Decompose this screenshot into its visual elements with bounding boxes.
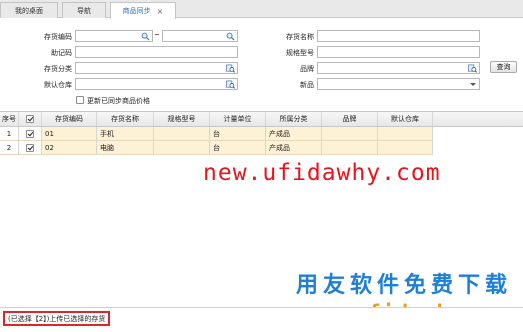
row-warehouse — [378, 127, 433, 141]
row-name: 手机 — [97, 127, 154, 141]
row-warehouse — [378, 141, 433, 155]
row-spec — [154, 141, 210, 155]
row-checkbox[interactable] — [26, 143, 34, 152]
upload-selected-link[interactable]: (已选择【2】)上传已选择的存货 — [3, 311, 111, 326]
tab-label: 导航 — [77, 6, 91, 15]
warehouse-label: 默认仓库 — [44, 81, 72, 89]
tab-navigation[interactable]: 导航 — [62, 2, 106, 18]
header-index: 序号 — [0, 112, 19, 126]
category-input[interactable] — [75, 62, 238, 74]
name-input[interactable] — [317, 30, 480, 42]
tab-bar: 我的桌面 导航 商品同步 × — [0, 0, 523, 19]
category-label: 存货分类 — [44, 65, 72, 73]
header-name[interactable]: 存货名称 — [97, 112, 154, 126]
watermark-slogan: 用友软件免费下载 — [296, 273, 513, 298]
header-brand[interactable]: 品牌 — [322, 112, 378, 126]
update-price-checkbox[interactable] — [76, 96, 84, 104]
row-name: 电脑 — [97, 141, 154, 155]
reference-picker-icon[interactable] — [226, 64, 235, 73]
header-code[interactable]: 存货编码 — [42, 112, 97, 126]
tab-label: 我的桌面 — [15, 6, 43, 15]
name-label: 存货名称 — [286, 33, 314, 41]
spec-label: 规格型号 — [286, 49, 314, 57]
table-row[interactable]: 2 02 电脑 台 产成品 — [0, 141, 433, 155]
newitem-label: 新品 — [300, 81, 314, 89]
tab-label: 商品同步 — [122, 7, 151, 15]
table-header: 序号 存货编码 存货名称 规格型号 计量单位 所属分类 品牌 默认仓库 — [0, 111, 523, 127]
row-brand — [322, 141, 378, 155]
row-category: 产成品 — [266, 141, 322, 155]
row-code: 02 — [42, 141, 97, 155]
reference-picker-icon[interactable] — [226, 80, 235, 89]
row-select-cell[interactable] — [19, 127, 42, 141]
row-category: 产成品 — [266, 127, 322, 141]
reference-picker-icon[interactable] — [468, 64, 477, 73]
watermark-url: new.ufidawhy.com — [203, 160, 441, 186]
search-icon[interactable] — [226, 32, 235, 41]
row-code: 01 — [42, 127, 97, 141]
search-icon[interactable] — [141, 32, 150, 41]
tab-my-desktop[interactable]: 我的桌面 — [0, 2, 58, 18]
row-unit: 台 — [210, 127, 266, 141]
newitem-select[interactable] — [317, 78, 480, 90]
header-select-all[interactable] — [19, 112, 42, 126]
update-price-label: 更新已同步商品价格 — [87, 97, 150, 105]
header-category[interactable]: 所属分类 — [266, 112, 322, 126]
query-button[interactable]: 查询 — [490, 61, 517, 73]
row-index: 1 — [0, 127, 19, 141]
mnemonic-label: 助记码 — [51, 49, 72, 57]
row-select-cell[interactable] — [19, 141, 42, 155]
spec-input[interactable] — [317, 46, 480, 58]
status-bar: (已选择【2】)上传已选择的存货 — [0, 307, 523, 332]
row-checkbox[interactable] — [26, 129, 34, 138]
tab-product-sync[interactable]: 商品同步 × — [110, 2, 176, 19]
select-all-checkbox[interactable] — [26, 115, 34, 123]
range-separator: ~ — [154, 31, 160, 39]
code-to-input[interactable] — [162, 30, 238, 42]
row-brand — [322, 127, 378, 141]
brand-label: 品牌 — [300, 65, 314, 73]
row-spec — [154, 127, 210, 141]
code-label: 存货编码 — [44, 33, 72, 41]
header-warehouse[interactable]: 默认仓库 — [378, 112, 433, 126]
chevron-down-icon[interactable] — [470, 83, 476, 86]
warehouse-input[interactable] — [75, 78, 238, 90]
header-unit[interactable]: 计量单位 — [210, 112, 266, 126]
close-icon[interactable]: × — [157, 7, 164, 16]
row-unit: 台 — [210, 141, 266, 155]
mnemonic-input[interactable] — [75, 46, 238, 58]
table-row[interactable]: 1 01 手机 台 产成品 — [0, 127, 433, 141]
row-index: 2 — [0, 141, 19, 155]
header-spec[interactable]: 规格型号 — [154, 112, 210, 126]
brand-input[interactable] — [317, 62, 480, 74]
code-from-input[interactable] — [75, 30, 153, 42]
